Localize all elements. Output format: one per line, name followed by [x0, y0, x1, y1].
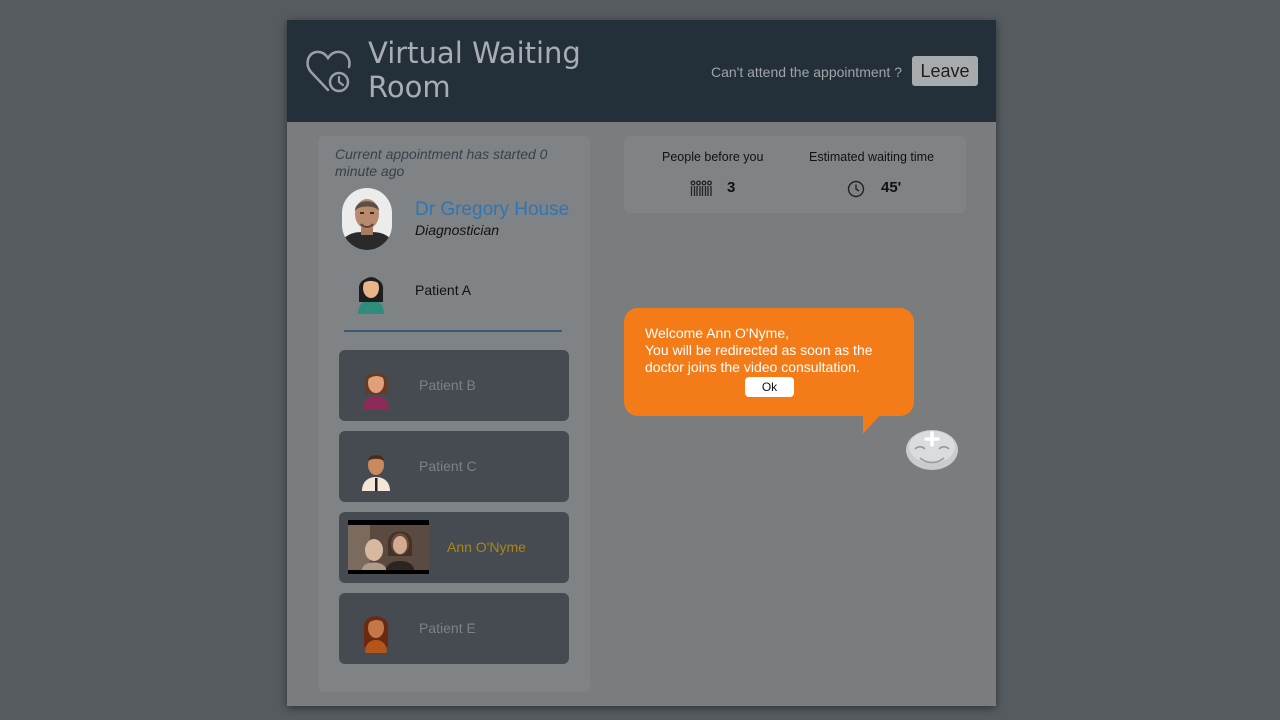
- queue-item[interactable]: Patient B: [339, 350, 569, 421]
- current-patient-name: Patient A: [415, 282, 472, 298]
- queue-item[interactable]: Patient C: [339, 431, 569, 502]
- people-before-value: 3: [727, 179, 736, 196]
- doctor-name: Dr Gregory House: [415, 199, 570, 220]
- waiting-time-value: 45': [881, 179, 902, 196]
- page-title: Virtual Waiting Room: [368, 36, 581, 104]
- female-avatar-icon: [363, 616, 389, 653]
- appointment-panel: Current appointment has started 0 minute…: [318, 136, 590, 692]
- queue-item-name: Patient C: [419, 458, 477, 474]
- notification-message: You will be redirected as soon as the do…: [645, 342, 873, 375]
- appointment-started-text: Current appointment has started 0 minute…: [335, 146, 548, 179]
- queue-item-self[interactable]: Ann O'Nyme: [339, 512, 569, 583]
- welcome-notification: Welcome Ann O'Nyme, You will be redirect…: [624, 308, 914, 416]
- queue-item[interactable]: Patient E: [339, 593, 569, 664]
- cant-attend-text: Can't attend the appointment ?: [710, 64, 902, 80]
- people-before-label: People before you: [662, 150, 764, 164]
- waiting-room-window: Virtual Waiting Room Can't attend the ap…: [287, 20, 996, 706]
- female-avatar-icon: [363, 372, 389, 410]
- queue-divider: [344, 330, 562, 332]
- header-bar: Virtual Waiting Room Can't attend the ap…: [287, 20, 996, 122]
- ok-button[interactable]: Ok: [745, 377, 794, 397]
- doctor-role: Diagnostician: [415, 222, 500, 238]
- queue-item-name: Patient E: [419, 620, 476, 636]
- male-avatar-icon: [362, 455, 390, 491]
- patient-a-avatar: [358, 277, 384, 314]
- self-video-feed: [348, 520, 429, 574]
- notification-text: Welcome Ann O'Nyme, You will be redirect…: [645, 325, 900, 376]
- clock-icon: [847, 180, 865, 198]
- notification-greeting: Welcome Ann O'Nyme,: [645, 325, 790, 341]
- people-queue-icon: [690, 180, 712, 196]
- mascot-assistant-icon[interactable]: [905, 424, 959, 470]
- doctor-avatar: [342, 188, 392, 250]
- leave-button[interactable]: Leave: [912, 56, 978, 86]
- waiting-stats-panel: People before you 3 Estimated waiting ti…: [624, 136, 966, 213]
- heart-clock-icon: [306, 50, 351, 93]
- waiting-time-label: Estimated waiting time: [809, 150, 935, 164]
- queue-item-name: Patient B: [419, 377, 476, 393]
- self-name: Ann O'Nyme: [447, 539, 526, 555]
- notification-tail: [863, 414, 881, 434]
